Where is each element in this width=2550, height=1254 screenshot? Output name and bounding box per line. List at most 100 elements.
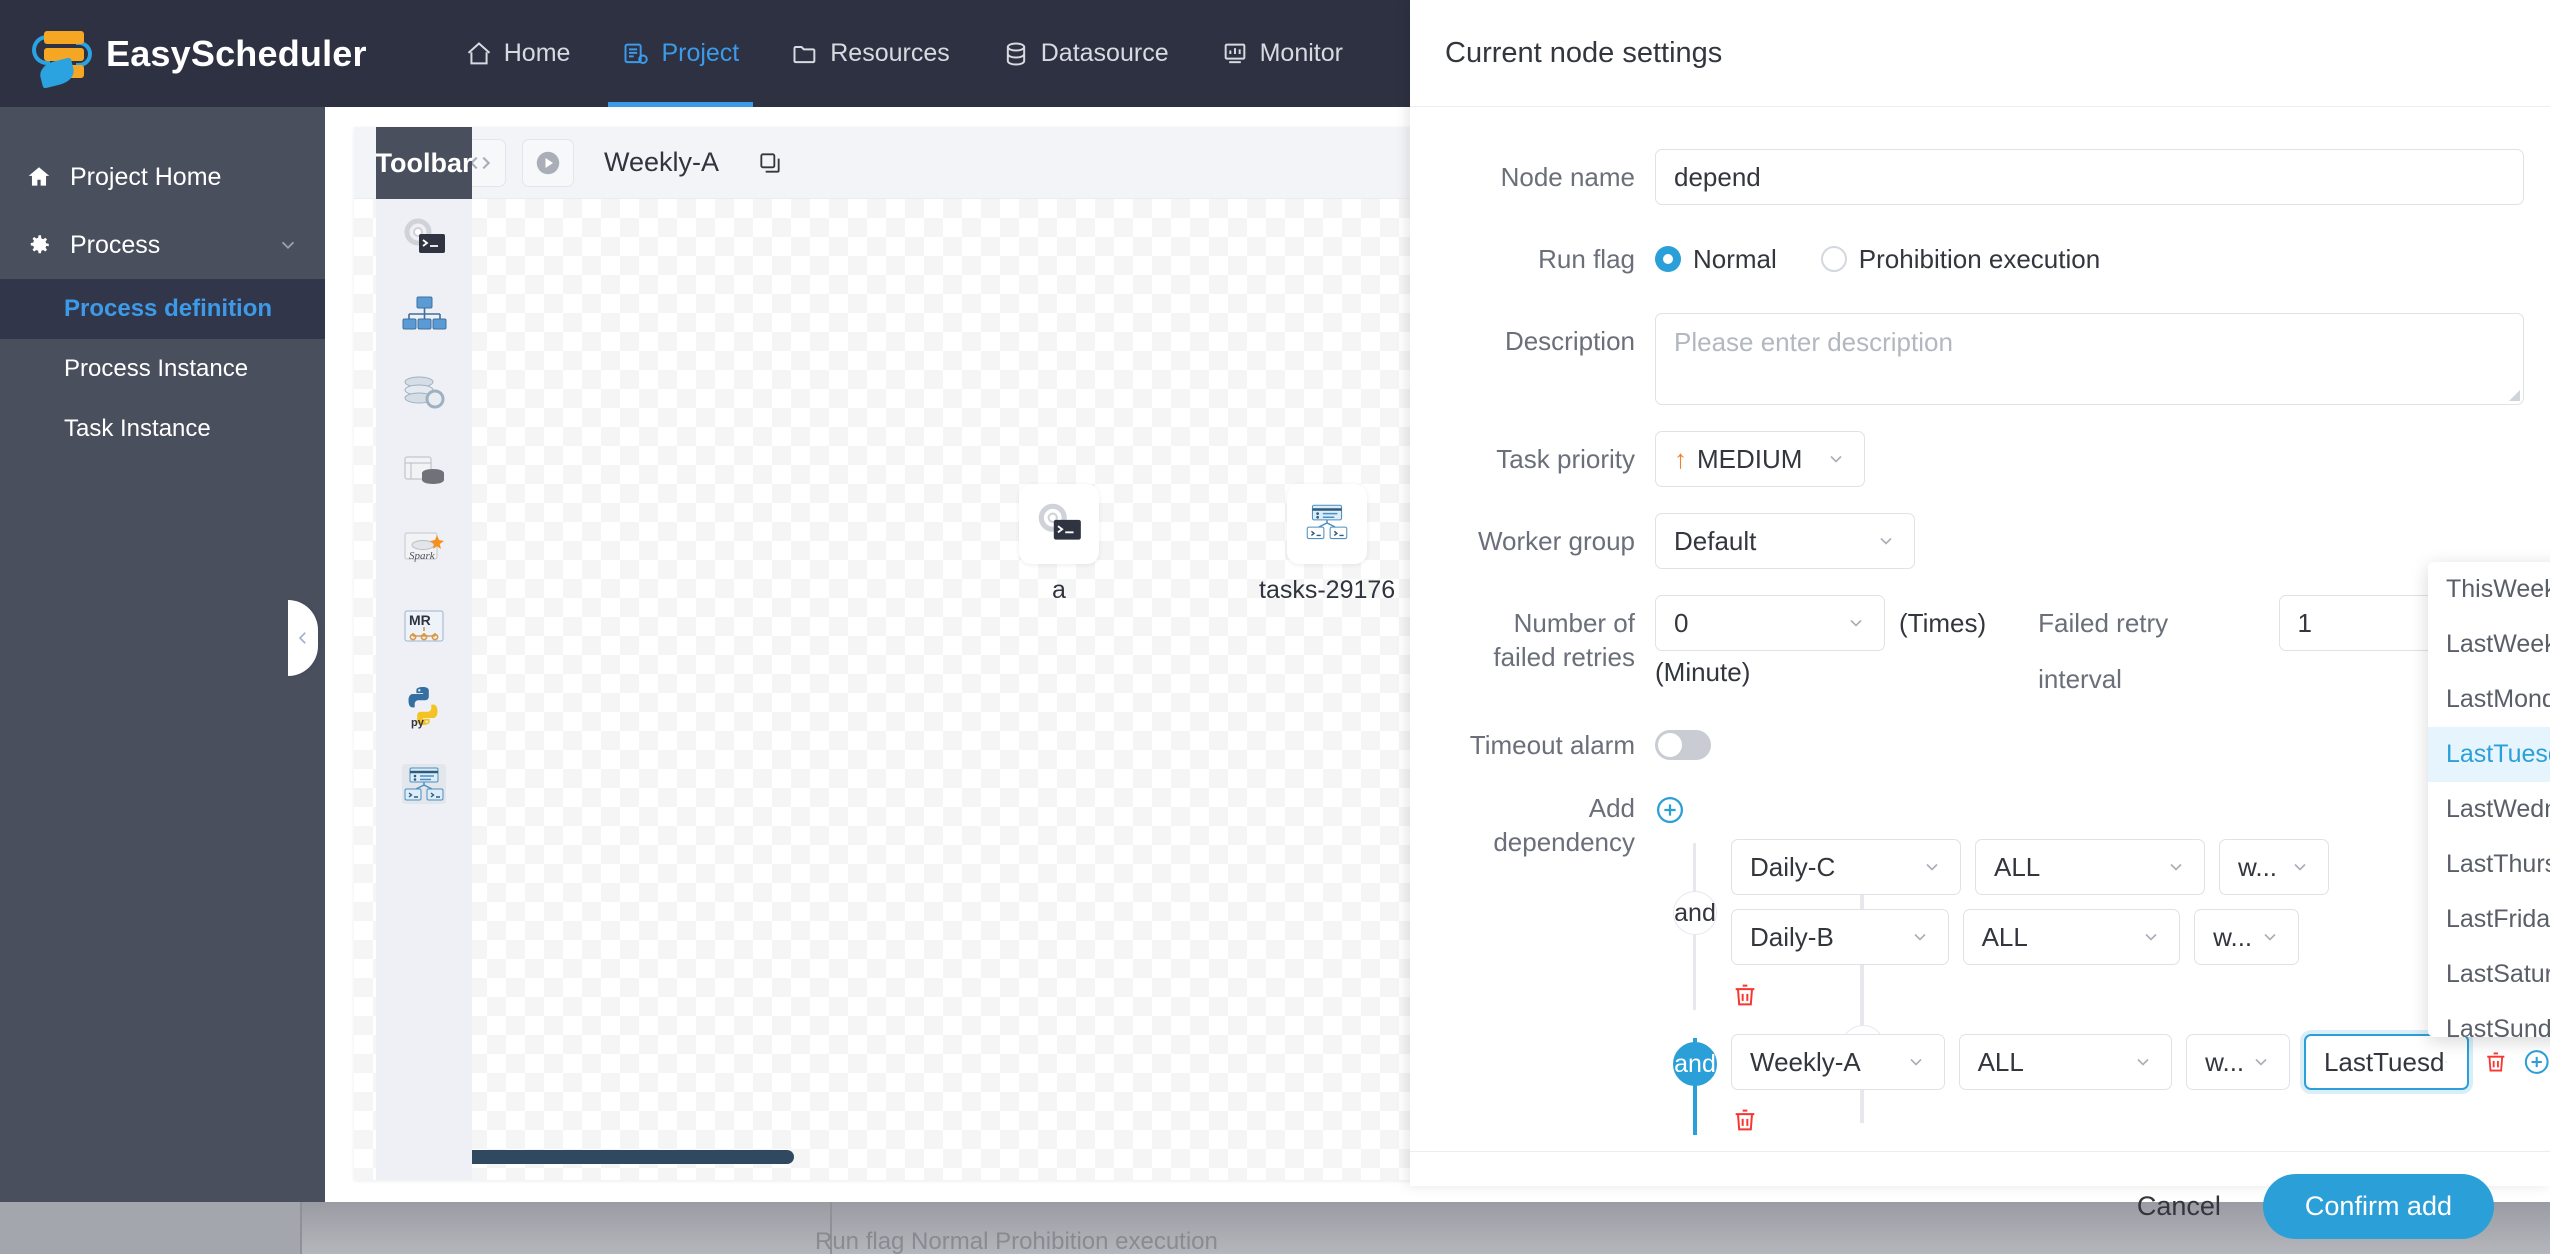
tool-python-icon[interactable]: py [376,667,472,745]
dep-project-value: Weekly-A [1750,1046,1861,1077]
copy-icon[interactable] [757,150,783,176]
add-dependency-row-button[interactable] [2523,1047,2550,1077]
sidebar-item-process-instance[interactable]: Process Instance [0,339,325,399]
chevron-down-icon [281,241,295,250]
field-run-flag: Run flag Normal Prohibition execution [1410,231,2550,287]
dependent-icon [1306,504,1348,540]
radio-prohibition[interactable]: Prohibition execution [1820,244,2100,275]
nav-item-home[interactable]: Home [439,0,597,107]
chevron-left-icon [298,632,306,644]
panel-footer: Cancel Confirm add [1410,1151,2550,1254]
dropdown-option-thisweek[interactable]: ThisWeek [2428,562,2550,617]
sidebar-item-process[interactable]: Process [0,211,325,279]
sidebar-item-task-instance[interactable]: Task Instance [0,399,325,459]
run-flag-label: Run flag [1538,244,1635,274]
dep-project-select[interactable]: Daily-B [1731,909,1949,965]
node-name-label: Node name [1500,162,1635,192]
dep-project-select[interactable]: Weekly-A [1731,1034,1945,1090]
tool-palette: Toolbar Spark MR py [376,127,473,1180]
top-navbar: EasyScheduler Home Project Resources Dat… [0,0,1410,107]
canvas-node-a[interactable]: a [1019,484,1099,605]
sidebar-item-process-definition[interactable]: Process definition [0,279,325,339]
canvas-title: Weekly-A [604,147,720,177]
delete-dependency-row-button[interactable] [2483,1046,2509,1078]
dropdown-option-lastsaturday[interactable]: LastSaturday [2428,947,2550,1002]
dep-node-select[interactable]: w... [2186,1034,2290,1090]
nav-item-project[interactable]: Project [596,0,765,107]
field-timeout-alarm: Timeout alarm [1410,717,2550,773]
dropdown-option-lasttuesday[interactable]: LastTuesday [2428,727,2550,782]
run-button[interactable] [522,138,574,187]
dropdown-option-lastwednesday[interactable]: LastWedne... [2428,782,2550,837]
task-priority-select[interactable]: ↑ MEDIUM [1655,431,1865,487]
nav-item-datasource[interactable]: Datasource [976,0,1195,107]
cancel-button[interactable]: Cancel [2137,1191,2221,1222]
group-and-operator[interactable]: and [1673,891,1717,935]
description-textarea[interactable]: Please enter description [1655,313,2524,405]
house-icon [28,167,50,186]
nav-item-resources[interactable]: Resources [765,0,976,107]
node-name-input[interactable]: depend [1655,149,2524,205]
task-priority-value: MEDIUM [1697,443,1803,474]
sidebar-label-process-definition: Process definition [64,295,273,322]
canvas-node-tasks[interactable]: tasks-29176 [1259,484,1395,605]
tool-dependent-icon[interactable] [376,745,472,823]
dep-project-select[interactable]: Daily-C [1731,839,1961,895]
canvas-horizontal-scrollbar[interactable] [454,1150,794,1164]
dep-node-value: w... [2213,921,2253,952]
field-node-name: Node name depend [1410,149,2550,205]
dropdown-option-lastmonday[interactable]: LastMonday [2428,672,2550,727]
field-failed-retries: Number of failed retries 0 (Minute) (Tim… [1410,595,2550,707]
chevron-up-icon [2445,1061,2448,1063]
radio-normal[interactable]: Normal [1655,244,1777,275]
dropdown-option-lastsunday[interactable]: LastSunday [2428,1002,2550,1037]
confirm-add-button[interactable]: Confirm add [2262,1174,2494,1239]
dep-process-select[interactable]: ALL [1958,1034,2173,1090]
sidebar-item-project-home[interactable]: Project Home [0,143,325,211]
worker-group-select[interactable]: Default [1655,513,1915,569]
failed-retries-times-unit: (Times) [1899,608,1987,638]
node-settings-panel: Current node settings Node name depend R… [1410,0,2550,1239]
sidebar-label-task-instance: Task Instance [64,415,211,442]
tool-mapreduce-icon[interactable]: MR [376,589,472,667]
add-dependency-row [1655,795,2550,825]
shell-task-icon [404,218,445,253]
dropdown-option-lastfriday[interactable]: LastFriday [2428,892,2550,947]
chevron-down-icon [2145,933,2157,941]
dep-node-select[interactable]: w... [2194,909,2300,965]
dep-process-select[interactable]: ALL [1975,839,2205,895]
monitor-icon [1224,43,1245,63]
failed-retries-select[interactable]: 0 [1655,595,1885,651]
tool-sql-icon[interactable] [376,433,472,511]
dependency-group-1: and Daily-C ALL w... Daily-B ALL w... [1655,839,2550,1016]
dep-cycle-select[interactable]: LastTuesd [2303,1034,2469,1090]
delete-group-row [1731,1104,2550,1141]
timeout-alarm-toggle[interactable] [1655,730,1711,760]
field-worker-group: Worker group Default [1410,513,2550,569]
cycle-dropdown-menu[interactable]: ThisWeek LastWeek LastMonday LastTuesday… [2428,562,2550,1037]
tool-sub-process-icon[interactable] [376,277,472,355]
dep-process-select[interactable]: ALL [1962,909,2181,965]
node-label: tasks-29176 [1259,576,1396,604]
delete-dependency-group-button[interactable] [1731,1104,1759,1136]
add-dependency-button[interactable] [1655,795,1685,825]
app-root: Run flag Normal Prohibition execution Ea… [0,0,2550,1254]
dropdown-option-lastweek[interactable]: LastWeek [2428,617,2550,672]
dep-node-select[interactable]: w... [2219,839,2329,895]
sidebar: Project Home Process Process definition … [0,107,325,1202]
failed-retries-label-line2: failed retries [1493,642,1635,672]
tool-spark-icon[interactable]: Spark [376,511,472,589]
delete-dependency-group-button[interactable] [1731,979,1759,1011]
brand[interactable]: EasyScheduler [30,21,367,89]
tool-procedure-icon[interactable] [376,355,472,433]
toolbar-label: Toolbar [376,127,473,199]
group-and-operator[interactable]: and [1673,1042,1717,1086]
nav-item-monitor[interactable]: Monitor [1195,0,1369,107]
field-description: Description Please enter description [1410,313,2550,405]
dropdown-option-lastthursday[interactable]: LastThursday [2428,837,2550,892]
nav-label-resources: Resources [830,39,950,67]
node-box [1287,484,1368,564]
tool-shell-task-icon[interactable] [376,199,472,277]
chevron-down-icon [1913,933,1926,941]
dependent-icon [402,764,446,804]
